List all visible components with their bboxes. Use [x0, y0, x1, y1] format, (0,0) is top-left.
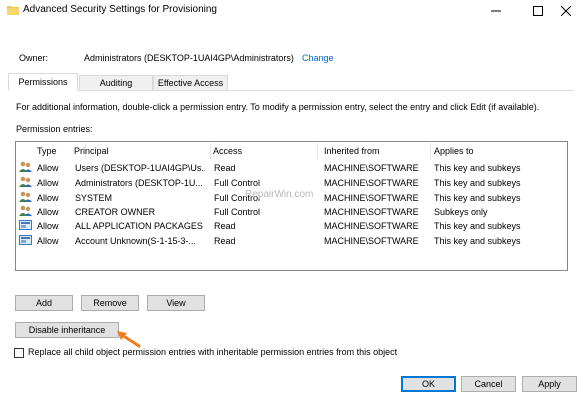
- add-button[interactable]: Add: [15, 295, 73, 311]
- close-icon: [561, 6, 571, 16]
- entry-type: Allow: [37, 236, 59, 246]
- replace-child-permissions-label: Replace all child object permission entr…: [28, 347, 398, 357]
- entry-principal: SYSTEM: [75, 193, 113, 203]
- entry-applies-to: This key and subkeys: [434, 221, 521, 231]
- owner-value: Administrators (DESKTOP-1UAI4GP\Administ…: [84, 53, 294, 63]
- entry-principal: ALL APPLICATION PACKAGES: [75, 221, 203, 231]
- minimize-button[interactable]: [479, 0, 513, 22]
- tab-permissions[interactable]: Permissions: [8, 73, 78, 91]
- table-row[interactable]: Allow ALL APPLICATION PACKAGES Read MACH…: [17, 219, 566, 233]
- entry-access: Full Control: [214, 207, 261, 217]
- apply-button[interactable]: Apply: [522, 376, 577, 392]
- folder-icon: [7, 6, 19, 15]
- column-header-inherited-from[interactable]: Inherited from: [320, 143, 431, 159]
- entry-type: Allow: [37, 207, 59, 217]
- table-row[interactable]: Allow Account Unknown(S-1-15-3-... Read …: [17, 234, 566, 248]
- package-icon: [19, 234, 33, 248]
- column-header-applies-to[interactable]: Applies to: [430, 143, 550, 159]
- tab-effective-access[interactable]: Effective Access: [153, 75, 228, 91]
- entry-applies-to: This key and subkeys: [434, 163, 521, 173]
- permission-entries-list[interactable]: Type Principal Access Inherited from App…: [15, 141, 568, 271]
- tab-auditing[interactable]: Auditing: [79, 75, 153, 91]
- entry-applies-to: This key and subkeys: [434, 236, 521, 246]
- pointer-arrow-icon: [117, 331, 141, 348]
- minimize-icon: [491, 10, 501, 12]
- entry-type: Allow: [37, 163, 59, 173]
- entry-type: Allow: [37, 221, 59, 231]
- table-row[interactable]: Allow Administrators (DESKTOP-1U... Full…: [17, 176, 566, 190]
- entry-type: Allow: [37, 178, 59, 188]
- entry-inherited-from: MACHINE\SOFTWARE: [324, 221, 419, 231]
- column-header-access[interactable]: Access: [209, 143, 318, 159]
- info-text: For additional information, double-click…: [16, 102, 540, 112]
- entry-inherited-from: MACHINE\SOFTWARE: [324, 236, 419, 246]
- entry-type: Allow: [37, 193, 59, 203]
- advanced-security-window: Advanced Security Settings for Provision…: [0, 0, 581, 394]
- entry-access: Read: [214, 236, 236, 246]
- users-icon: [19, 161, 33, 175]
- package-icon: [19, 219, 33, 233]
- window-title: Advanced Security Settings for Provision…: [23, 4, 217, 15]
- column-header-principal[interactable]: Principal: [70, 143, 211, 159]
- entry-inherited-from: MACHINE\SOFTWARE: [324, 178, 419, 188]
- users-icon: [19, 191, 33, 205]
- entry-principal: Administrators (DESKTOP-1U...: [75, 178, 203, 188]
- entry-access: Read: [214, 221, 236, 231]
- entry-principal: CREATOR OWNER: [75, 207, 156, 217]
- permission-entries-label: Permission entries:: [16, 124, 93, 134]
- entry-inherited-from: MACHINE\SOFTWARE: [324, 193, 419, 203]
- entry-access: Read: [214, 163, 236, 173]
- view-button[interactable]: View: [147, 295, 205, 311]
- entry-inherited-from: MACHINE\SOFTWARE: [324, 163, 419, 173]
- remove-button[interactable]: Remove: [81, 295, 139, 311]
- ok-button[interactable]: OK: [401, 376, 456, 392]
- entry-principal: Account Unknown(S-1-15-3-...: [75, 236, 197, 246]
- entry-applies-to: Subkeys only: [434, 207, 488, 217]
- watermark-text: RepairWin.com: [245, 189, 314, 200]
- owner-label: Owner:: [19, 53, 49, 63]
- title-bar[interactable]: Advanced Security Settings for Provision…: [0, 0, 581, 22]
- maximize-icon: [533, 6, 543, 16]
- close-button[interactable]: [549, 0, 581, 22]
- change-owner-link[interactable]: Change: [302, 53, 334, 63]
- cancel-button[interactable]: Cancel: [461, 376, 516, 392]
- entry-applies-to: This key and subkeys: [434, 178, 521, 188]
- users-icon: [19, 176, 33, 190]
- entry-inherited-from: MACHINE\SOFTWARE: [324, 207, 419, 217]
- table-row[interactable]: Allow CREATOR OWNER Full Control MACHINE…: [17, 205, 566, 219]
- entry-applies-to: This key and subkeys: [434, 193, 521, 203]
- disable-inheritance-button[interactable]: Disable inheritance: [15, 322, 119, 338]
- users-icon: [19, 205, 33, 219]
- replace-child-permissions-checkbox[interactable]: [14, 348, 24, 358]
- table-row[interactable]: Allow Users (DESKTOP-1UAI4GP\Us... Read …: [17, 161, 566, 175]
- entry-principal: Users (DESKTOP-1UAI4GP\Us...: [75, 163, 205, 173]
- entry-access: Full Control: [214, 178, 261, 188]
